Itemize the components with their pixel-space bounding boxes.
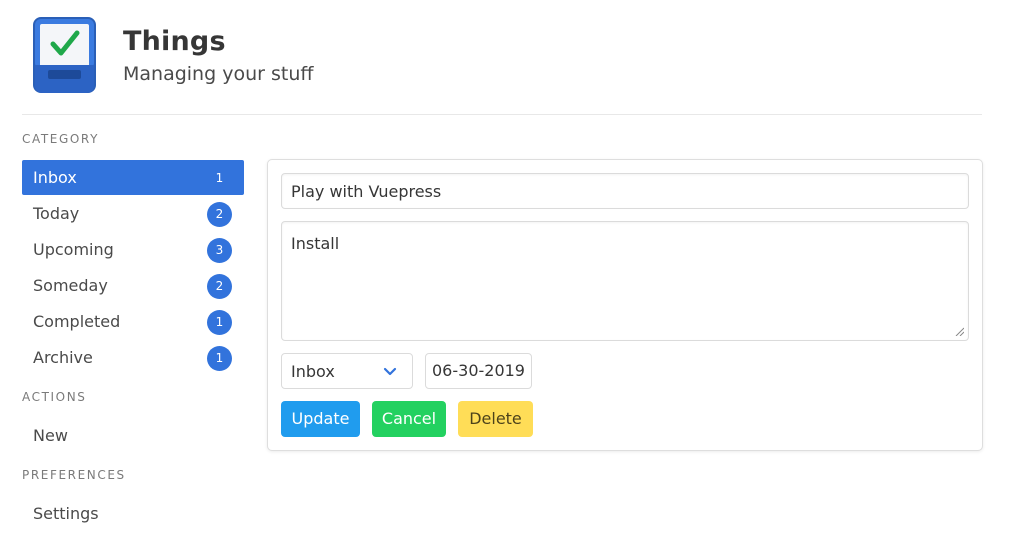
chevron-down-icon: [383, 367, 397, 376]
sidebar-item-upcoming[interactable]: Upcoming 3: [22, 232, 244, 267]
app-title: Things: [123, 26, 226, 57]
count-badge: 3: [207, 238, 232, 263]
sidebar-item-label: Completed: [33, 312, 121, 331]
sidebar-item-label: Settings: [33, 504, 99, 523]
delete-button[interactable]: Delete: [458, 401, 533, 437]
sidebar-item-today[interactable]: Today 2: [22, 196, 244, 231]
preferences-section-label: PREFERENCES: [22, 468, 126, 482]
sidebar-item-label: New: [33, 426, 68, 445]
category-section-label: CATEGORY: [22, 132, 100, 146]
app-header: Things Managing your stuff: [22, 16, 982, 115]
update-button[interactable]: Update: [281, 401, 360, 437]
sidebar-item-someday[interactable]: Someday 2: [22, 268, 244, 303]
sidebar-item-new[interactable]: New: [22, 418, 244, 453]
sidebar-item-label: Someday: [33, 276, 108, 295]
app-subtitle: Managing your stuff: [123, 63, 314, 85]
sidebar-item-completed[interactable]: Completed 1: [22, 304, 244, 339]
count-badge: 2: [207, 202, 232, 227]
count-badge: 1: [207, 346, 232, 371]
category-select-value: Inbox: [291, 362, 335, 381]
todo-title-input[interactable]: [281, 173, 969, 209]
actions-section-label: ACTIONS: [22, 390, 87, 404]
sidebar-item-inbox[interactable]: Inbox 1: [22, 160, 244, 195]
sidebar-item-label: Upcoming: [33, 240, 114, 259]
due-date-input[interactable]: 06-30-2019: [425, 353, 532, 389]
category-select[interactable]: Inbox: [281, 353, 413, 389]
todo-notes-text: Install: [291, 234, 340, 253]
count-badge: 2: [207, 274, 232, 299]
resize-grip-icon[interactable]: [955, 327, 964, 336]
app-logo-icon: [33, 17, 96, 93]
todo-notes-textarea[interactable]: Install: [281, 221, 969, 341]
count-badge: 1: [207, 310, 232, 335]
sidebar-item-archive[interactable]: Archive 1: [22, 340, 244, 375]
count-badge: 1: [215, 171, 224, 185]
cancel-button[interactable]: Cancel: [372, 401, 446, 437]
sidebar-item-label: Today: [33, 204, 80, 223]
sidebar-item-label: Archive: [33, 348, 93, 367]
todo-editor-card: Install Inbox 06-30-2019 Update Cancel D…: [267, 159, 983, 451]
sidebar-item-label: Inbox: [33, 168, 77, 187]
sidebar-item-settings[interactable]: Settings: [22, 496, 244, 531]
